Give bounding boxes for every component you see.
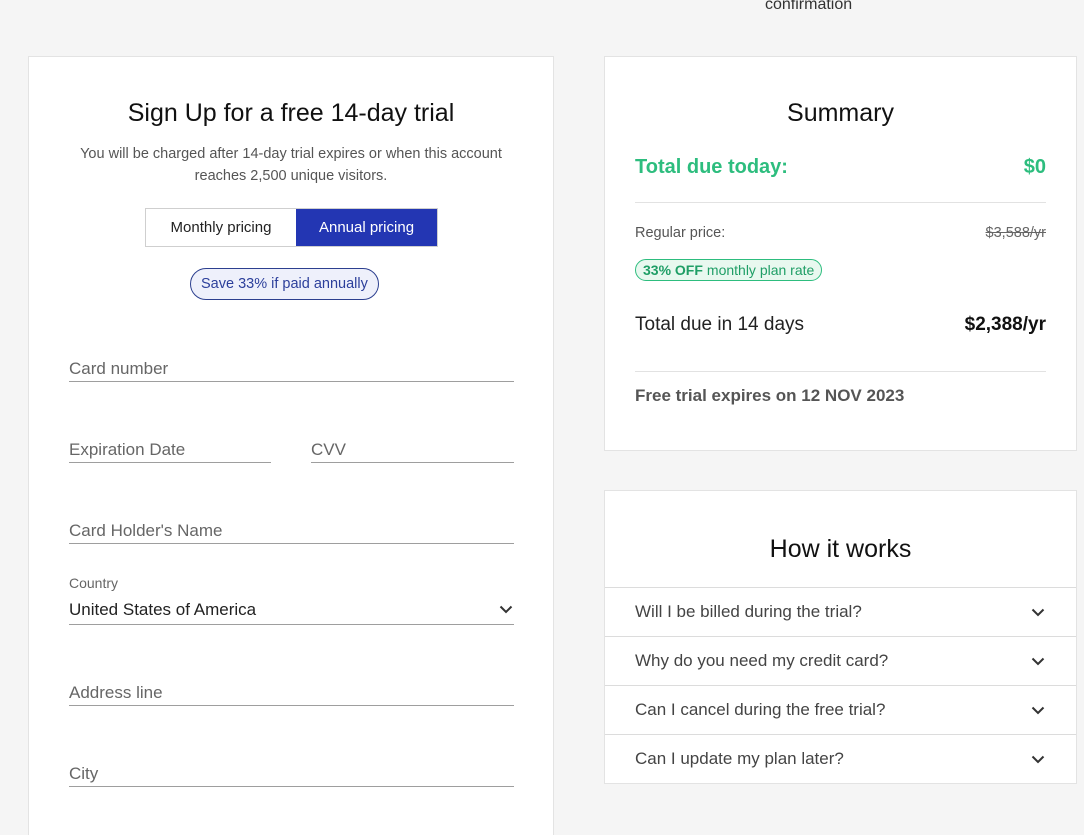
signup-card: Sign Up for a free 14-day trial You will… — [28, 56, 554, 835]
signup-subtitle: You will be charged after 14-day trial e… — [80, 146, 502, 184]
card-number-input[interactable] — [69, 356, 514, 381]
total-due-today-value: $0 — [1023, 156, 1046, 178]
total-due-14-days-label: Total due in 14 days — [635, 314, 805, 335]
expiration-date-field — [69, 437, 271, 463]
divider — [635, 371, 1046, 372]
address-line-field — [69, 680, 514, 706]
faq-item[interactable]: Can I update my plan later? — [605, 734, 1076, 783]
discount-percent: 33% OFF — [643, 262, 703, 278]
faq-question: Can I update my plan later? — [635, 749, 844, 768]
step-label-confirmation: confirmation — [765, 0, 853, 13]
how-it-works-title: How it works — [769, 535, 912, 563]
pricing-toggle: Monthly pricing Annual pricing — [145, 208, 438, 247]
city-input[interactable] — [69, 761, 514, 786]
chevron-down-icon — [1030, 604, 1046, 620]
chevron-down-icon — [498, 602, 514, 618]
summary-title: Summary — [787, 99, 894, 127]
total-due-today-label: Total due today: — [635, 156, 788, 178]
faq-question: Can I cancel during the free trial? — [635, 700, 886, 719]
signup-title: Sign Up for a free 14-day trial — [127, 99, 455, 127]
cvv-input[interactable] — [311, 437, 514, 462]
save-annually-badge: Save 33% if paid annually — [190, 268, 379, 300]
total-due-14-days-row: Total due in 14 days $2,388/yr — [635, 314, 1046, 336]
trial-expiry-text: Free trial expires on 12 NOV 2023 — [635, 386, 905, 405]
discount-text: monthly plan rate — [706, 262, 815, 278]
address-line-input[interactable] — [69, 680, 514, 705]
expiration-date-input[interactable] — [69, 437, 271, 462]
regular-price-row: Regular price: $3,588/yr — [635, 225, 1046, 241]
card-number-field — [69, 356, 514, 382]
discount-badge: 33% OFF monthly plan rate — [635, 259, 823, 281]
faq-question: Why do you need my credit card? — [635, 651, 889, 670]
card-holder-name-input[interactable] — [69, 518, 514, 543]
total-due-today-row: Total due today: $0 — [635, 156, 1046, 179]
regular-price-value: $3,588/yr — [985, 225, 1046, 241]
cvv-field — [311, 437, 514, 463]
faq-question: Will I be billed during the trial? — [635, 602, 862, 621]
chevron-down-icon — [1030, 751, 1046, 767]
divider — [635, 202, 1046, 203]
faq-item[interactable]: Why do you need my credit card? — [605, 636, 1076, 685]
faq-item[interactable]: Will I be billed during the trial? — [605, 587, 1076, 636]
summary-card: Summary Total due today: $0 Regular pric… — [604, 56, 1077, 451]
faq-item[interactable]: Can I cancel during the free trial? — [605, 685, 1076, 734]
country-select[interactable]: United States of America — [69, 595, 514, 625]
monthly-pricing-button[interactable]: Monthly pricing — [146, 209, 296, 246]
country-label: Country — [69, 575, 119, 591]
chevron-down-icon — [1030, 653, 1046, 669]
faq-list: Will I be billed during the trial? Why d… — [605, 587, 1076, 783]
card-holder-name-field — [69, 518, 514, 544]
total-due-14-days-value: $2,388/yr — [964, 314, 1046, 335]
regular-price-label: Regular price: — [635, 225, 726, 241]
country-value: United States of America — [69, 599, 257, 619]
city-field — [69, 761, 514, 787]
chevron-down-icon — [1030, 702, 1046, 718]
how-it-works-card: How it works Will I be billed during the… — [604, 490, 1077, 784]
annual-pricing-button[interactable]: Annual pricing — [296, 209, 437, 246]
